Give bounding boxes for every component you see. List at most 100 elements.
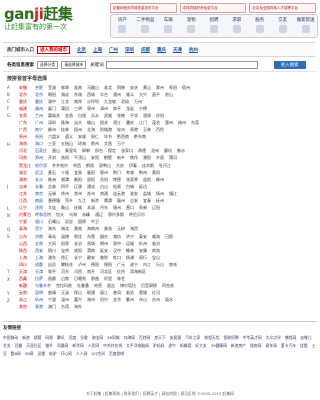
city-link[interactable]: 张家口 bbox=[121, 148, 133, 154]
province-link[interactable]: 内蒙古 bbox=[19, 212, 35, 218]
footer-link[interactable]: 58同城 bbox=[107, 335, 119, 340]
city-link[interactable]: 巴音郭楞 bbox=[141, 283, 157, 289]
city-link[interactable]: 承德 bbox=[138, 148, 146, 154]
footer-link[interactable]: 新浪 bbox=[22, 335, 30, 340]
enter-my-city-button[interactable]: 进入我的城市 bbox=[37, 45, 70, 54]
city-link[interactable]: 兰州 bbox=[35, 113, 43, 119]
footer-link[interactable]: 大众点评 bbox=[266, 335, 281, 340]
city-select[interactable]: 请选择城市 bbox=[61, 60, 87, 69]
city-link[interactable]: 锦州 bbox=[113, 205, 121, 211]
city-link[interactable]: 六盘水 bbox=[48, 134, 60, 140]
city-link[interactable]: 哈尔滨 bbox=[35, 163, 47, 169]
city-link[interactable]: 重庆 bbox=[35, 99, 43, 105]
city-link[interactable]: 江门 bbox=[139, 120, 147, 126]
city-link[interactable]: 丰台 bbox=[100, 92, 108, 98]
city-link[interactable]: 赤峰 bbox=[82, 212, 90, 218]
city-link[interactable]: 安阳 bbox=[91, 155, 99, 161]
city-link[interactable]: 沈阳 bbox=[35, 205, 43, 211]
notice-item[interactable]: 寻找同城好房免费平台 bbox=[179, 3, 247, 13]
city-link[interactable]: 嘉兴 bbox=[74, 297, 82, 303]
city-link[interactable]: 万州 bbox=[134, 99, 142, 105]
city-link[interactable]: 昌都 bbox=[48, 276, 56, 282]
city-link[interactable]: 天津 bbox=[35, 269, 43, 275]
hot-city-link[interactable]: 广州 bbox=[109, 47, 118, 53]
city-link[interactable]: 海西 bbox=[130, 226, 138, 232]
city-link[interactable]: 九龙坡 bbox=[104, 99, 116, 105]
city-link[interactable]: 黄南 bbox=[74, 226, 82, 232]
nav-item-secondhand[interactable]: 二手物品 bbox=[134, 15, 157, 37]
city-link[interactable]: 防城港 bbox=[100, 127, 112, 133]
city-link[interactable]: 沙坪坝 bbox=[87, 99, 99, 105]
province-link[interactable]: 湖南 bbox=[19, 177, 35, 183]
province-link[interactable]: 安徽 bbox=[19, 85, 35, 91]
city-link[interactable]: 玉树 bbox=[117, 226, 125, 232]
city-link[interactable]: 长宁 bbox=[74, 255, 82, 261]
city-link[interactable]: 保山 bbox=[74, 290, 82, 296]
city-link[interactable]: 通化 bbox=[87, 184, 95, 190]
city-link[interactable]: 运城 bbox=[126, 241, 134, 247]
city-link[interactable]: 常德 bbox=[113, 177, 121, 183]
nav-item-social[interactable]: 交友 bbox=[271, 15, 294, 37]
city-link[interactable]: 威海 bbox=[152, 234, 160, 240]
city-link[interactable]: 南通 bbox=[100, 191, 108, 197]
city-link[interactable]: 长沙 bbox=[35, 177, 43, 183]
footer-link[interactable]: 太平洋电脑网 bbox=[126, 343, 149, 348]
city-link[interactable]: 白山 bbox=[100, 184, 108, 190]
city-link[interactable]: 晋中 bbox=[113, 241, 121, 247]
city-link[interactable]: 南充 bbox=[169, 262, 177, 268]
city-link[interactable]: 衡阳 bbox=[74, 177, 82, 183]
city-link[interactable]: 鹤壁 bbox=[104, 155, 112, 161]
city-link[interactable]: 汉中 bbox=[113, 248, 121, 254]
city-link[interactable]: 榆林 bbox=[126, 248, 134, 254]
city-link[interactable]: 株洲 bbox=[48, 177, 56, 183]
city-link[interactable]: 常州 bbox=[74, 191, 82, 197]
city-link[interactable]: 闵行 bbox=[139, 255, 147, 261]
footer-link[interactable]: 搜房网 bbox=[250, 343, 261, 348]
city-link[interactable]: 安康 bbox=[139, 248, 147, 254]
city-link[interactable]: 酒泉 bbox=[143, 113, 151, 119]
city-link[interactable]: 梧州 bbox=[74, 127, 82, 133]
city-link[interactable]: 普洱 bbox=[113, 290, 121, 296]
city-link[interactable]: 荆门 bbox=[113, 170, 121, 176]
city-link[interactable]: 河东 bbox=[61, 269, 69, 275]
city-link[interactable]: 果洛 bbox=[104, 226, 112, 232]
city-link[interactable]: 牡丹江 bbox=[159, 163, 171, 169]
city-link[interactable]: 儋州 bbox=[91, 141, 99, 147]
search-input[interactable] bbox=[105, 60, 258, 69]
city-link[interactable]: 连云港 bbox=[113, 191, 125, 197]
city-link[interactable]: 泸州 bbox=[78, 262, 86, 268]
city-link[interactable]: 萍乡 bbox=[65, 198, 73, 204]
city-link[interactable]: 保定 bbox=[108, 148, 116, 154]
footer-link[interactable]: 凤凰网 bbox=[57, 343, 68, 348]
province-link[interactable]: 河南 bbox=[19, 155, 35, 161]
footer-link[interactable]: 携程网 bbox=[285, 335, 296, 340]
city-link[interactable]: 海淀 bbox=[61, 92, 69, 98]
city-link[interactable]: 沧州 bbox=[151, 148, 159, 154]
province-link[interactable]: 江西 bbox=[19, 198, 35, 204]
city-link[interactable]: 包头 bbox=[56, 212, 64, 218]
footer-link[interactable]: 电驴 bbox=[49, 351, 57, 356]
footer-link[interactable]: 天涯社区 bbox=[26, 343, 41, 348]
city-link[interactable]: 青岛 bbox=[48, 234, 56, 240]
city-link[interactable]: 万宁 bbox=[117, 141, 125, 147]
city-link[interactable]: 抚州 bbox=[156, 198, 164, 204]
footer-link[interactable]: 酷6网 bbox=[11, 351, 21, 356]
province-link[interactable]: 黑龙江 bbox=[19, 163, 35, 169]
city-link[interactable]: 临沧 bbox=[126, 290, 134, 296]
city-link[interactable]: 滨海新区 bbox=[130, 269, 146, 275]
city-link[interactable]: 焦作 bbox=[130, 155, 138, 161]
footer-link[interactable]: 谷歌 bbox=[80, 335, 88, 340]
province-link[interactable]: 辽宁 bbox=[19, 205, 35, 211]
province-link[interactable]: 山西 bbox=[19, 241, 35, 247]
footer-link[interactable]: 百度 bbox=[69, 335, 77, 340]
footer-link[interactable]: 房天下 bbox=[154, 335, 165, 340]
city-link[interactable]: 杨浦 bbox=[126, 255, 134, 261]
city-link[interactable]: 海外 bbox=[74, 304, 82, 310]
city-link[interactable]: 扬州 bbox=[156, 191, 164, 197]
hot-city-link[interactable]: 杭州 bbox=[189, 47, 198, 53]
footer-link[interactable]: 中关村在线 bbox=[103, 343, 122, 348]
city-link[interactable]: 五指山 bbox=[61, 141, 73, 147]
city-link[interactable]: 咸阳 bbox=[74, 248, 82, 254]
city-link[interactable]: 温州 bbox=[61, 297, 69, 303]
city-link[interactable]: 红桥 bbox=[117, 269, 125, 275]
